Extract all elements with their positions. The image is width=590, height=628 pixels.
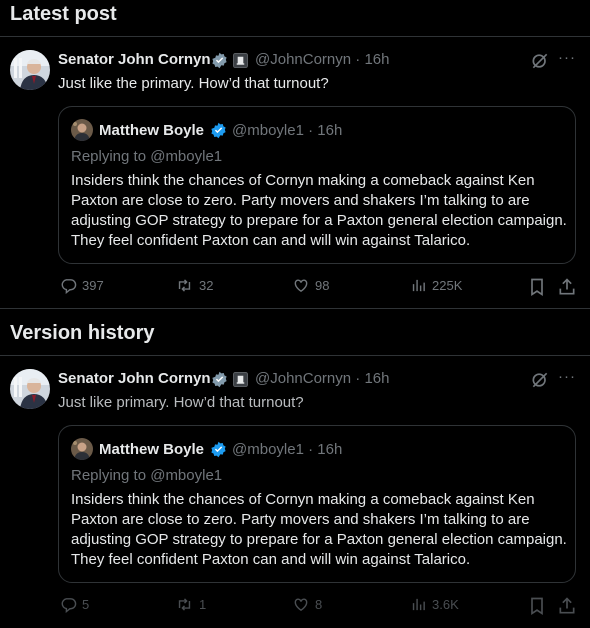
quoted-tweet[interactable]: Matthew Boyle @mboyle1 · 16h Replying to… xyxy=(58,425,576,583)
latest-post-heading: Latest post xyxy=(10,3,117,25)
like-icon xyxy=(294,598,308,612)
quote-author-name: Matthew Boyle xyxy=(99,122,205,139)
views-icon xyxy=(412,279,425,292)
like-button[interactable]: 98 xyxy=(292,277,329,294)
reply-button: 5 xyxy=(60,596,89,613)
repost-icon xyxy=(178,598,191,611)
quote-body: Insiders think the chances of Cornyn mak… xyxy=(71,172,567,249)
quote-handle-time: @mboyle1 · 16h xyxy=(232,441,343,458)
author-handle-time[interactable]: @JohnCornyn · 16h xyxy=(255,51,389,68)
views-button[interactable]: 225K xyxy=(410,277,462,294)
quote-replying-to: Replying to @mboyle1 xyxy=(71,148,223,165)
quote-avatar xyxy=(71,119,93,141)
quote-body: Insiders think the chances of Cornyn mak… xyxy=(71,491,567,568)
divider xyxy=(0,308,590,309)
quoted-tweet[interactable]: Matthew Boyle @mboyle1 · 16h Replying to… xyxy=(58,106,576,264)
author-avatar[interactable] xyxy=(10,50,50,90)
views-icon xyxy=(412,598,425,611)
like-icon xyxy=(294,279,308,293)
repost-button: 1 xyxy=(175,596,206,613)
share-icon xyxy=(559,597,575,614)
author-name[interactable]: Senator John Cornyn xyxy=(58,51,211,68)
quote-avatar xyxy=(71,438,93,460)
quote-handle-time: @mboyle1 · 16h xyxy=(232,122,343,139)
quote-author-name: Matthew Boyle xyxy=(99,441,205,458)
bookmark-icon[interactable] xyxy=(527,277,547,297)
reply-button[interactable]: 397 xyxy=(60,277,104,294)
verified-icon xyxy=(212,371,227,388)
author-name[interactable]: Senator John Cornyn xyxy=(58,370,211,387)
repost-count: 32 xyxy=(199,278,214,293)
views-count: 225K xyxy=(432,278,463,293)
divider xyxy=(0,355,590,356)
author-avatar[interactable] xyxy=(10,369,50,409)
divider xyxy=(0,36,590,37)
grok-icon[interactable] xyxy=(530,370,550,390)
reply-count: 5 xyxy=(82,597,90,612)
quote-replying-to: Replying to @mboyle1 xyxy=(71,467,223,484)
reply-icon xyxy=(61,598,77,613)
gov-badge-icon xyxy=(233,372,248,387)
like-count: 98 xyxy=(315,278,330,293)
views-button: 3.6K xyxy=(410,596,459,613)
author-handle-time[interactable]: @JohnCornyn · 16h xyxy=(255,370,389,387)
bookmark-icon xyxy=(531,597,543,616)
verified-icon xyxy=(211,441,226,458)
more-icon[interactable]: ··· xyxy=(558,368,576,385)
tweet-text: Just like the primary. How’d that turnou… xyxy=(58,75,329,92)
verified-icon xyxy=(211,122,226,139)
repost-button[interactable]: 32 xyxy=(175,277,213,294)
more-icon[interactable]: ··· xyxy=(558,49,576,66)
gov-badge-icon xyxy=(233,53,248,68)
like-count: 8 xyxy=(315,597,323,612)
reply-count: 397 xyxy=(82,278,104,293)
verified-icon xyxy=(212,52,227,69)
repost-icon xyxy=(178,279,191,292)
repost-count: 1 xyxy=(199,597,207,612)
share-icon[interactable] xyxy=(557,277,577,297)
like-button: 8 xyxy=(292,596,322,613)
views-count: 3.6K xyxy=(432,597,459,612)
tweet-text: Just like primary. How’d that turnout? xyxy=(58,394,304,411)
grok-icon[interactable] xyxy=(530,51,550,71)
version-history-heading: Version history xyxy=(10,322,155,344)
reply-icon xyxy=(61,279,77,294)
